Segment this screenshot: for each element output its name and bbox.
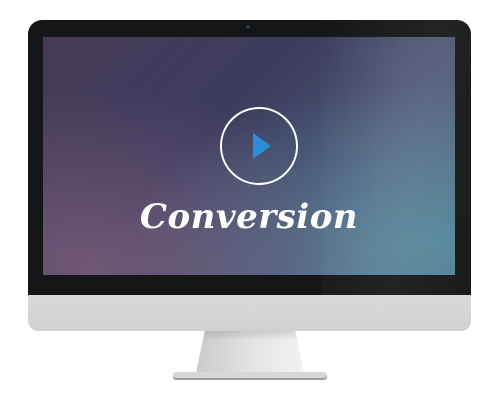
play-icon [253,133,271,159]
monitor-chin [28,295,471,331]
webcam-icon [246,25,250,29]
video-player[interactable]: Conversion [43,37,455,275]
monitor-stand-shadow [203,331,297,341]
monitor-bezel: Conversion [28,20,471,295]
video-title: Conversion [139,197,359,237]
play-button[interactable] [220,107,298,185]
monitor-base [173,372,327,378]
monitor-mockup: Conversion [0,0,500,400]
